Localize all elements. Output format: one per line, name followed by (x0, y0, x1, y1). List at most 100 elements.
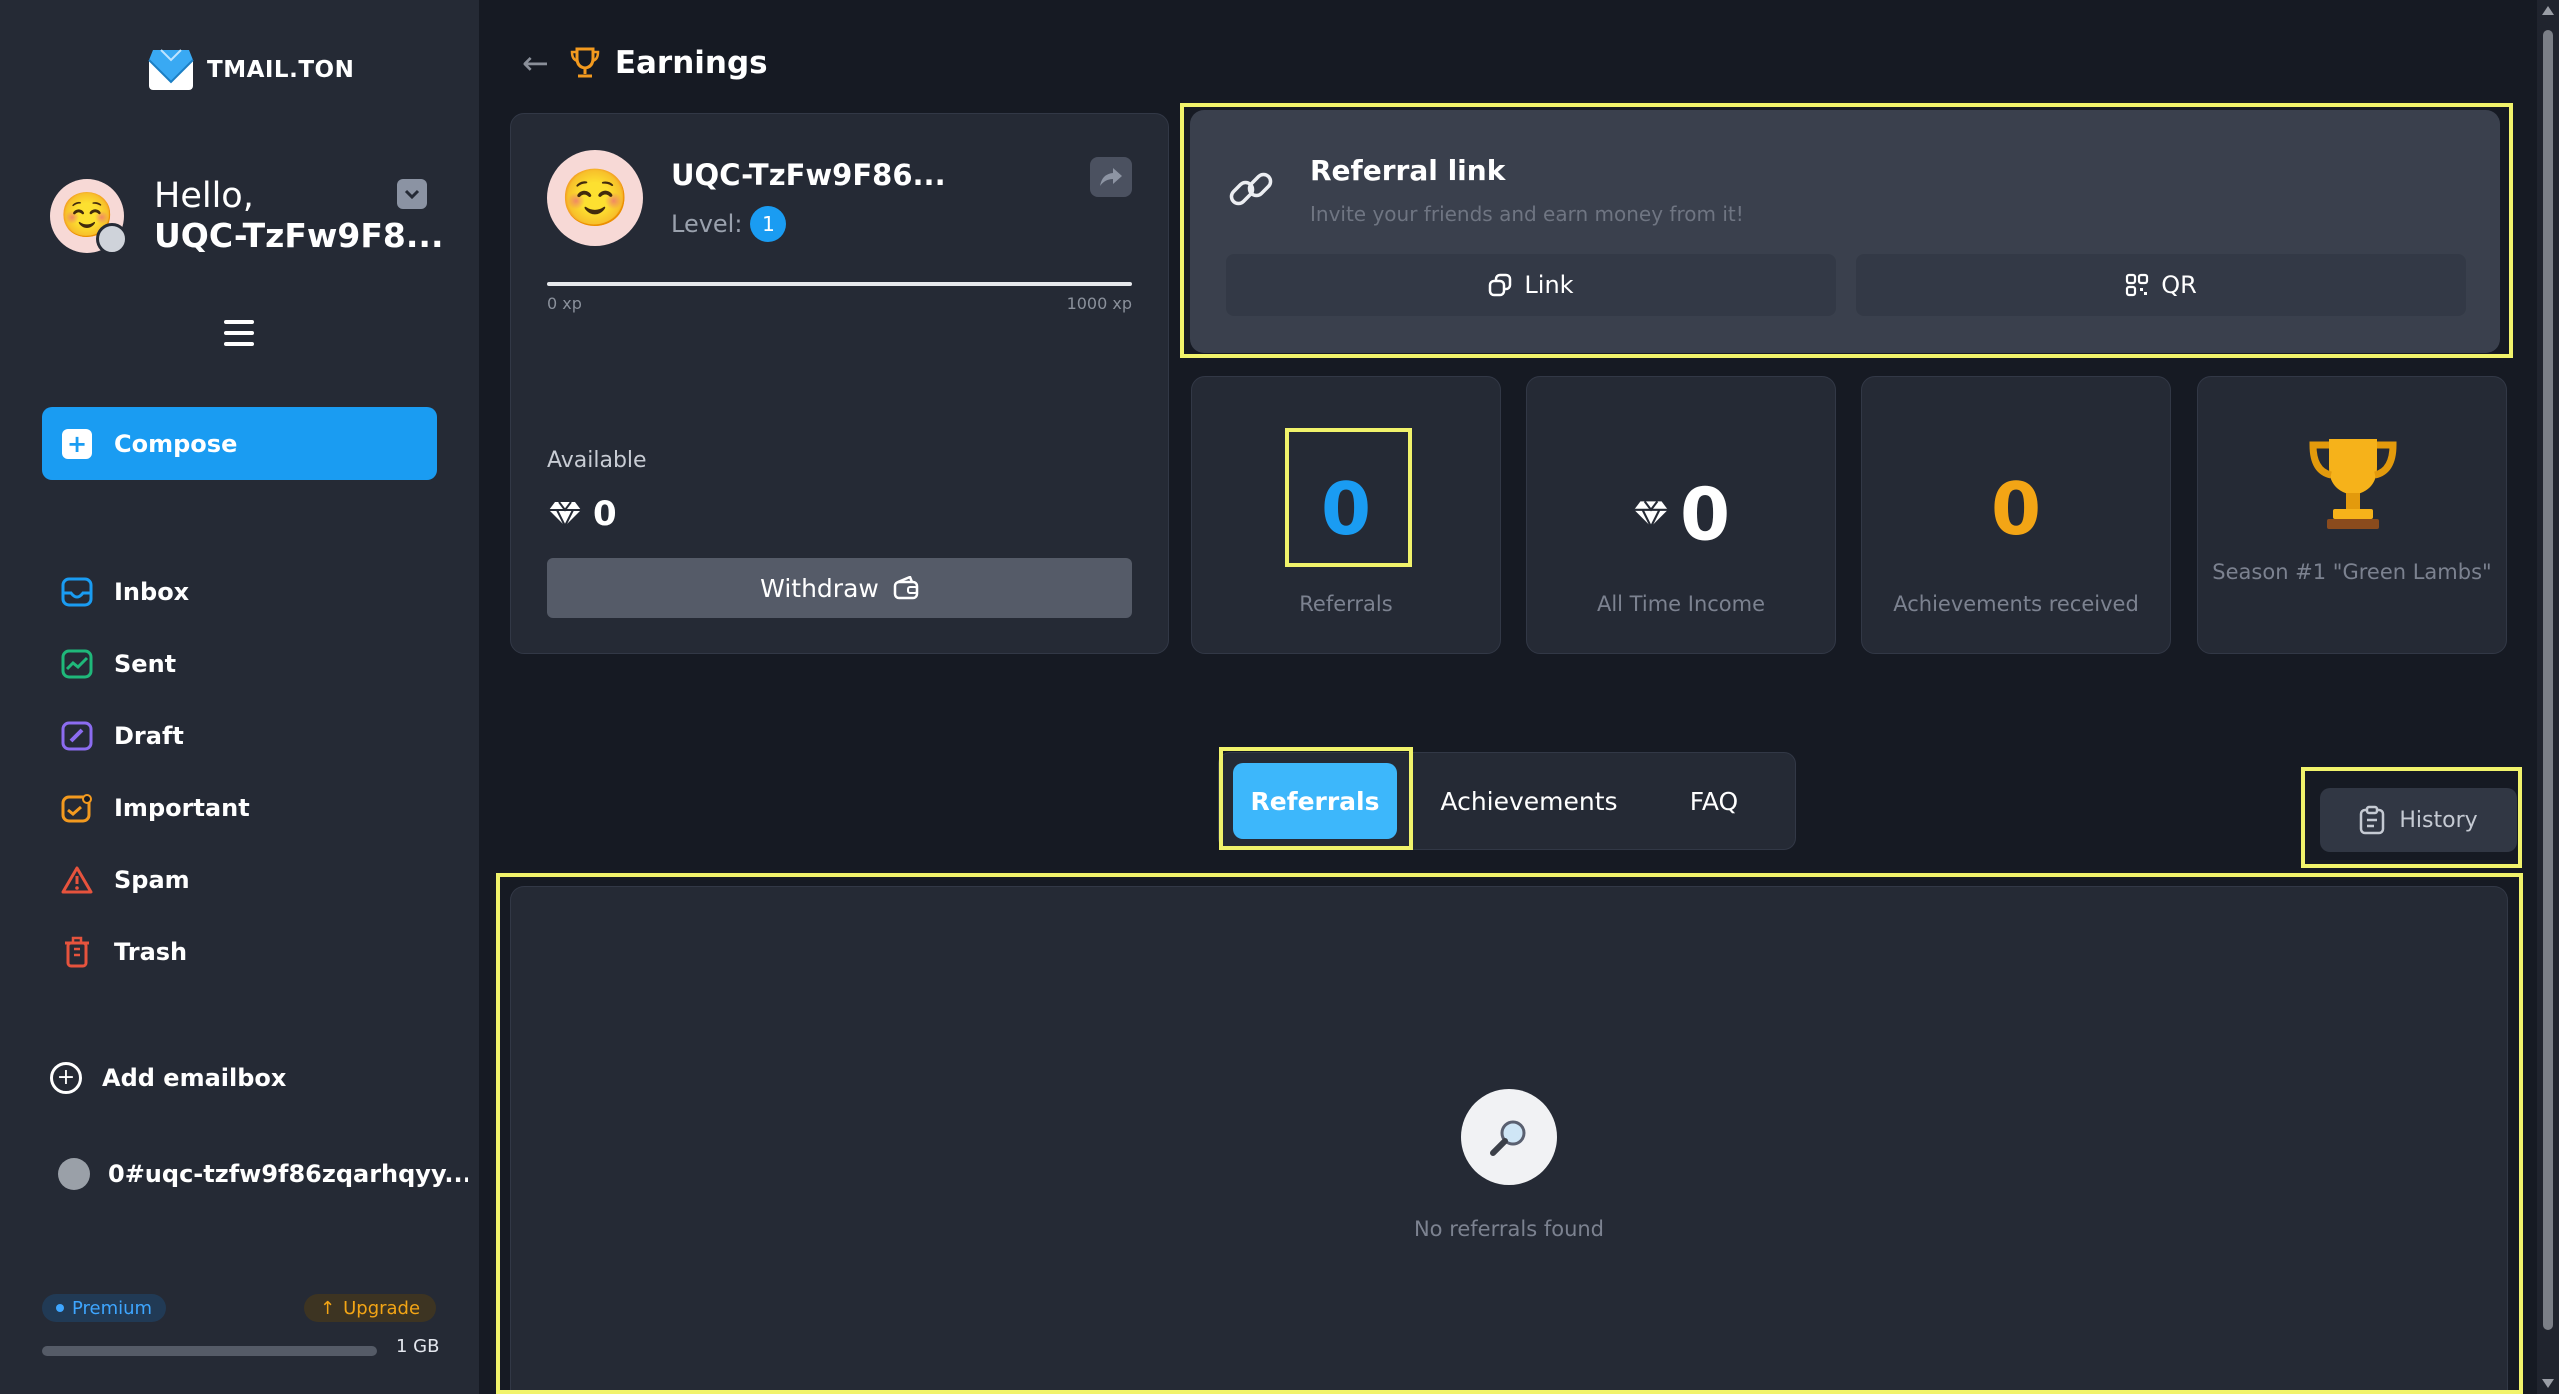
share-button[interactable] (1090, 157, 1132, 197)
scroll-down-icon[interactable] (2542, 1379, 2554, 1388)
sidebar: TMAIL.TON ☺️ Hello, UQC-TzFw9F8... + Com… (0, 0, 479, 1394)
referral-subtitle: Invite your friends and earn money from … (1310, 202, 1744, 226)
envelope-diamond-icon (148, 49, 194, 90)
stat-card-income: 0 All Time Income (1526, 376, 1836, 654)
sidebar-item-sent[interactable]: Sent (60, 628, 250, 700)
withdraw-button[interactable]: Withdraw (547, 558, 1132, 618)
page-header: ← Earnings (522, 44, 768, 82)
history-button[interactable]: History (2320, 788, 2517, 852)
sidebar-item-label: Important (114, 794, 250, 822)
tab-faq[interactable]: FAQ (1649, 763, 1779, 839)
premium-label: Premium (72, 1297, 153, 1319)
season-label: Season #1 "Green Lambs" (2212, 560, 2492, 584)
stat-card-season[interactable]: Season #1 "Green Lambs" (2197, 376, 2507, 654)
share-arrow-icon (1100, 168, 1122, 186)
gold-trophy-icon (2309, 439, 2397, 529)
storage-usage-bar (42, 1346, 377, 1356)
plus-circle-icon: + (50, 1062, 82, 1094)
chevron-down-icon (404, 189, 420, 199)
scroll-thumb[interactable] (2543, 30, 2553, 1330)
page-scrollbar[interactable] (2537, 0, 2559, 1394)
dot-icon (56, 1304, 64, 1312)
referrals-count: 0 (1320, 467, 1372, 551)
tab-achievements[interactable]: Achievements (1429, 763, 1629, 839)
arrow-up-icon: ↑ (320, 1297, 336, 1319)
xp-max-label: 1000 xp (1066, 294, 1132, 313)
upgrade-button[interactable]: ↑ Upgrade (304, 1294, 437, 1322)
qr-code-icon (2126, 273, 2149, 297)
back-arrow-icon[interactable]: ← (522, 44, 549, 82)
stat-card-referrals: 0 Referrals (1191, 376, 1501, 654)
trophy-icon (570, 47, 600, 78)
emailbox-item[interactable]: 0#uqc-tzfw9f86zqarhqyy... (58, 1158, 468, 1190)
sidebar-item-label: Spam (114, 866, 190, 894)
stat-card-achievements: 0 Achievements received (1861, 376, 2171, 654)
available-balance: 0 (547, 494, 617, 534)
profile-avatar: ☺️ (547, 150, 643, 246)
history-label: History (2399, 807, 2478, 833)
copy-icon (1489, 273, 1512, 297)
avatar[interactable]: ☺️ (50, 179, 128, 255)
profile-name: UQC-TzFw9F86... (671, 158, 946, 192)
sidebar-item-inbox[interactable]: Inbox (60, 556, 250, 628)
wallet-icon (893, 576, 919, 600)
level-label: Level: (671, 210, 743, 238)
qr-label: QR (2161, 271, 2197, 299)
copy-link-button[interactable]: Link (1226, 254, 1836, 316)
hamburger-menu-icon[interactable] (224, 320, 254, 346)
user-name: UQC-TzFw9F8... (154, 216, 444, 255)
upgrade-label: Upgrade (343, 1297, 421, 1319)
referral-link-card: Referral link Invite your friends and ea… (1190, 110, 2500, 353)
stat-label: Referrals (1299, 592, 1393, 616)
income-value: 0 (1527, 469, 1835, 554)
storage-label: 1 GB (396, 1336, 440, 1357)
trash-icon (60, 935, 94, 969)
add-emailbox-label: Add emailbox (102, 1064, 287, 1092)
spam-icon (60, 863, 94, 897)
withdraw-label: Withdraw (760, 573, 879, 603)
achievements-count: 0 (1990, 467, 2042, 551)
referrals-list: No referrals found (510, 886, 2508, 1394)
sidebar-item-important[interactable]: Important (60, 772, 250, 844)
sidebar-item-trash[interactable]: Trash (60, 916, 250, 988)
sidebar-item-spam[interactable]: Spam (60, 844, 250, 916)
draft-icon (60, 719, 94, 753)
referral-title: Referral link (1310, 154, 1506, 187)
profile-card: ☺️ UQC-TzFw9F86... Level: 1 0 xp 1000 xp… (510, 113, 1169, 654)
compose-button[interactable]: + Compose (42, 407, 437, 480)
sent-icon (60, 647, 94, 681)
sidebar-item-label: Sent (114, 650, 177, 678)
tab-referrals[interactable]: Referrals (1233, 763, 1397, 839)
stat-label: All Time Income (1596, 592, 1766, 616)
app-logo[interactable]: TMAIL.TON (147, 48, 354, 92)
chain-link-icon (1229, 172, 1273, 206)
add-emailbox-button[interactable]: + Add emailbox (50, 1062, 286, 1094)
account-dropdown-button[interactable] (397, 179, 427, 209)
earnings-tabs: Referrals Achievements FAQ (1218, 752, 1796, 850)
show-qr-button[interactable]: QR (1856, 254, 2466, 316)
magnifier-icon (1461, 1089, 1557, 1185)
stat-label: Achievements received (1893, 592, 2139, 616)
user-greeting: ☺️ Hello, UQC-TzFw9F8... (50, 176, 444, 256)
edit-avatar-icon[interactable] (96, 223, 128, 255)
diamond-icon (549, 501, 581, 528)
balance-value: 0 (593, 494, 617, 534)
sidebar-item-draft[interactable]: Draft (60, 700, 250, 772)
compose-label: Compose (114, 429, 238, 458)
empty-state-text: No referrals found (1413, 1217, 1605, 1241)
app-root: TMAIL.TON ☺️ Hello, UQC-TzFw9F8... + Com… (0, 0, 2559, 1394)
scroll-up-icon[interactable] (2542, 6, 2554, 15)
emailbox-avatar (58, 1158, 90, 1190)
xp-progress-bar (547, 282, 1132, 286)
clipboard-icon (2360, 805, 2385, 835)
sidebar-item-label: Trash (114, 938, 188, 966)
available-label: Available (547, 448, 647, 473)
inbox-icon (60, 575, 94, 609)
premium-badge: Premium (42, 1294, 167, 1322)
plus-icon: + (62, 428, 92, 459)
app-name: TMAIL.TON (207, 57, 355, 83)
xp-min-label: 0 xp (547, 294, 582, 313)
profile-level: Level: 1 (671, 206, 787, 242)
page-title: Earnings (614, 45, 768, 81)
important-icon (60, 791, 94, 825)
